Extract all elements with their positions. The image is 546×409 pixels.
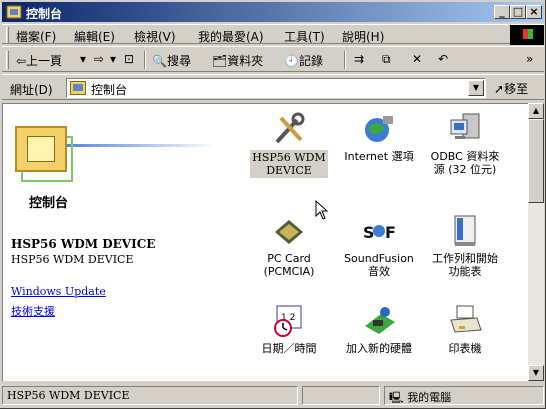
control-panel-icon [70, 81, 86, 95]
address-label: 網址(D) [10, 83, 53, 97]
windows-logo-icon [510, 25, 544, 45]
add-hardware-icon [365, 307, 395, 334]
windows-update-link[interactable]: Windows Update [11, 285, 106, 298]
menu-file[interactable]: 檔案(F) [16, 28, 56, 45]
taskbar-icon [454, 215, 476, 246]
toolbar-separator [344, 51, 346, 69]
maximize-button[interactable]: □ [510, 5, 526, 19]
item-taskbar[interactable]: 工作列和開始 功能表 [421, 214, 509, 278]
odbc-icon [450, 113, 480, 139]
selected-item-title: HSP56 WDM DEVICE [11, 237, 156, 251]
item-pc-card[interactable]: PC Card (PCMCIA) [245, 214, 333, 278]
item-label: 印表機 [448, 342, 482, 355]
printer-icon [450, 305, 482, 333]
tech-support-link[interactable]: 技術支援 [11, 303, 55, 319]
content-pane: 控制台 HSP56 WDM DEVICE HSP56 WDM DEVICE Wi… [2, 103, 528, 381]
status-bar: HSP56 WDM DEVICE 🖳 我的電腦 [2, 384, 544, 406]
back-button[interactable]: ⇦上一頁 [16, 52, 62, 69]
svg-text:F: F [385, 223, 396, 242]
folders-icon: 🗂 [212, 54, 228, 68]
history-icon: 🕘 [284, 54, 299, 68]
scroll-up-icon[interactable]: ▲ [528, 103, 544, 119]
go-arrow-icon: ➚ [494, 82, 505, 96]
menu-bar: 檔案(F) 編輯(E) 檢視(V) 我的最愛(A) 工具(T) 說明(H) [2, 24, 544, 45]
item-label: 加入新的硬體 [346, 342, 412, 355]
pc-card-icon [275, 220, 303, 244]
toolbar-separator [144, 51, 146, 69]
mouse-cursor-icon [315, 200, 329, 220]
item-label: Internet 選項 [344, 150, 414, 163]
item-printer[interactable]: 印表機 [421, 304, 509, 355]
item-label: SoundFusion 音效 [344, 252, 414, 278]
menu-favorites[interactable]: 我的最愛(A) [198, 28, 264, 45]
webview-panel: 控制台 HSP56 WDM DEVICE HSP56 WDM DEVICE Wi… [3, 104, 231, 381]
selected-item-description: HSP56 WDM DEVICE [11, 253, 134, 266]
menu-grip[interactable] [6, 27, 9, 43]
control-panel-large-icon [15, 126, 67, 172]
item-add-hardware[interactable]: 加入新的硬體 [335, 304, 423, 355]
item-internet-options[interactable]: Internet 選項 [335, 112, 423, 163]
menu-edit[interactable]: 編輯(E) [74, 28, 115, 45]
toolbar: ⇦上一頁 ▾ ⇨ ▾ ⊡ 🔍搜尋 🗂資料夾 🕘記錄 ⇉ ⧉ ✕ ↶ » [2, 46, 544, 72]
search-label: 搜尋 [166, 54, 191, 68]
status-zone: 🖳 我的電腦 [384, 386, 544, 405]
close-button[interactable]: × [526, 5, 542, 19]
up-folder-button[interactable]: ⊡ [124, 52, 134, 66]
address-value: 控制台 [91, 83, 128, 97]
address-dropdown-icon[interactable]: ▼ [468, 80, 484, 96]
item-label: ODBC 資料來 源 (32 位元) [430, 150, 500, 176]
item-label: 日期／時間 [261, 342, 317, 355]
internet-options-icon [365, 116, 393, 142]
history-label: 記錄 [298, 54, 323, 68]
status-text: HSP56 WDM DEVICE [2, 386, 298, 405]
title-bar[interactable]: 控制台 _ □ × [2, 2, 544, 22]
item-label: HSP56 WDM DEVICE [250, 150, 328, 178]
minimize-button[interactable]: _ [494, 5, 510, 19]
soundfusion-icon: S F [363, 223, 396, 242]
back-dropdown-icon[interactable]: ▾ [80, 52, 86, 66]
move-to-icon[interactable]: ⇉ [354, 52, 364, 66]
menu-tools[interactable]: 工具(T) [284, 28, 325, 45]
address-field[interactable]: 控制台 ▼ [66, 78, 486, 98]
item-label: PC Card (PCMCIA) [263, 252, 315, 278]
tools-icon [275, 112, 305, 144]
scroll-thumb[interactable] [528, 119, 544, 203]
vertical-scrollbar[interactable]: ▲ ▼ [528, 103, 544, 381]
scroll-down-icon[interactable]: ▼ [528, 365, 544, 381]
svg-text:S: S [363, 223, 375, 242]
my-computer-icon: 🖳 [389, 391, 404, 404]
search-button[interactable]: 🔍搜尋 [152, 52, 191, 69]
delete-icon[interactable]: ✕ [412, 52, 422, 66]
search-icon: 🔍 [152, 54, 167, 68]
item-soundfusion[interactable]: S F SoundFusion 音效 [335, 214, 423, 278]
toolbar-grip[interactable] [6, 51, 9, 69]
go-label: 移至 [504, 82, 529, 96]
panel-title: 控制台 [29, 196, 69, 211]
window-title: 控制台 [26, 7, 63, 21]
toolbar-more-icon[interactable]: » [526, 52, 533, 66]
item-odbc[interactable]: ODBC 資料來 源 (32 位元) [421, 112, 509, 176]
menu-view[interactable]: 檢視(V) [134, 28, 176, 45]
go-button[interactable]: ➚移至 [494, 80, 528, 97]
zone-label: 我的電腦 [407, 391, 452, 404]
item-hsp56-wdm-device[interactable]: HSP56 WDM DEVICE [245, 112, 333, 178]
control-panel-icon [6, 5, 22, 19]
menu-help[interactable]: 說明(H) [342, 28, 384, 45]
folders-button[interactable]: 🗂資料夾 [212, 52, 263, 69]
address-bar: 網址(D) 控制台 ▼ ➚移至 [2, 74, 544, 100]
copy-to-icon[interactable]: ⧉ [382, 52, 391, 67]
status-panel-empty [302, 386, 380, 405]
item-date-time[interactable]: 1 2 日期／時間 [245, 304, 333, 355]
date-time-icon: 1 2 [274, 305, 302, 337]
forward-dropdown-icon[interactable]: ▾ [110, 52, 116, 66]
undo-icon[interactable]: ↶ [438, 52, 448, 66]
item-label: 工作列和開始 功能表 [432, 252, 498, 278]
forward-button[interactable]: ⇨ [94, 52, 104, 66]
history-button[interactable]: 🕘記錄 [284, 52, 323, 69]
explorer-window: 控制台 _ □ × 檔案(F) 編輯(E) 檢視(V) 我的最愛(A) 工具(T… [0, 0, 546, 409]
folders-label: 資料夾 [227, 54, 264, 68]
